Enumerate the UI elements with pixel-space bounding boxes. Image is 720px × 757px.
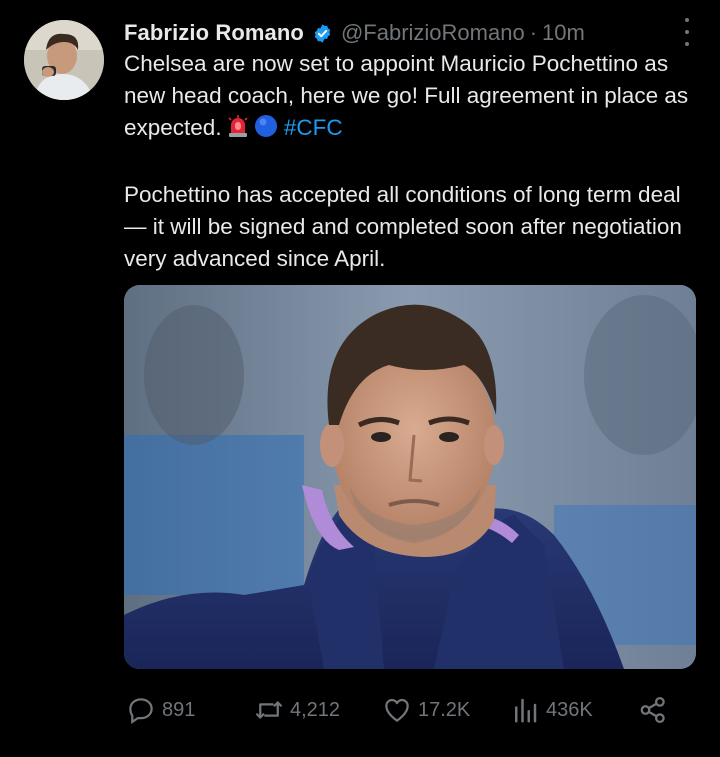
- reply-button[interactable]: 891: [126, 690, 195, 730]
- tweet-photo[interactable]: [124, 285, 696, 669]
- like-count: 17.2K: [418, 698, 471, 721]
- share-icon: [640, 697, 665, 723]
- repost-icon: [256, 701, 282, 719]
- hashtag-link[interactable]: #CFC: [284, 115, 343, 140]
- views-count: 436K: [546, 698, 593, 721]
- author-handle[interactable]: @FabrizioRomano: [341, 20, 525, 46]
- share-button[interactable]: [638, 690, 674, 730]
- timestamp[interactable]: 10m: [542, 20, 585, 46]
- tweet-paragraph-2: Pochettino has accepted all conditions o…: [124, 182, 682, 271]
- repost-count: 4,212: [290, 698, 341, 721]
- more-options-icon[interactable]: [682, 18, 692, 46]
- siren-emoji-icon: [226, 114, 250, 147]
- tweet-text: Chelsea are now set to appoint Mauricio …: [124, 48, 700, 275]
- views-button[interactable]: 436K: [510, 690, 593, 730]
- views-icon: [515, 698, 537, 723]
- reply-icon: [129, 698, 153, 724]
- separator-dot: ·: [529, 20, 538, 45]
- blue-circle-emoji-icon: [254, 114, 278, 147]
- tweet-actions: 891 4,212 17.2K 436K: [124, 690, 684, 730]
- tweet-paragraph-1-text: Chelsea are now set to appoint Mauricio …: [124, 51, 689, 140]
- reply-count: 891: [162, 698, 196, 721]
- avatar[interactable]: [24, 20, 104, 100]
- heart-icon: [385, 698, 409, 722]
- author-name[interactable]: Fabrizio Romano: [124, 20, 304, 46]
- verified-badge-icon: [314, 23, 331, 43]
- like-button[interactable]: 17.2K: [382, 690, 470, 730]
- tweet-paragraph-1: Chelsea are now set to appoint Mauricio …: [124, 48, 700, 147]
- tweet-header: Fabrizio Romano @FabrizioRomano · 10m: [124, 16, 700, 50]
- repost-button[interactable]: 4,212: [254, 690, 340, 730]
